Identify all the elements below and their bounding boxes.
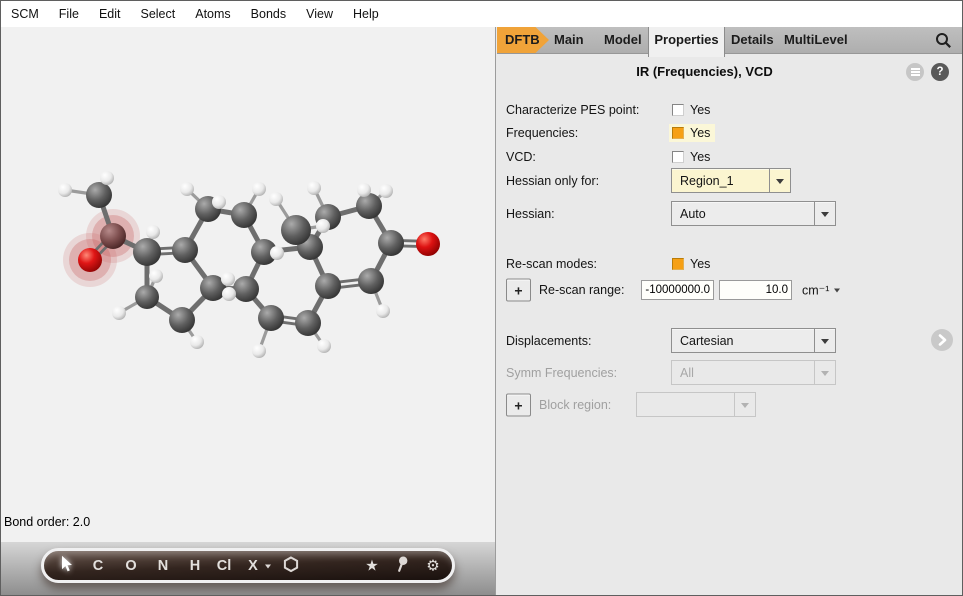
checkbox-label: Yes [690, 126, 710, 140]
checkbox-box[interactable] [672, 258, 684, 270]
tab-multilevel[interactable]: MultiLevel [784, 27, 848, 53]
tab-bar: DFTB Main Model Properties Details Multi… [497, 27, 962, 54]
menu-bonds[interactable]: Bonds [251, 7, 286, 21]
next-panel-button[interactable] [931, 329, 953, 351]
element-toolbar: C O N H Cl X ★ ⚙ [41, 548, 455, 583]
element-x-caret-icon[interactable] [265, 565, 271, 572]
element-x-button[interactable]: X [248, 558, 258, 573]
dropdown-value: Auto [672, 207, 814, 221]
field-label: Displacements: [506, 334, 591, 348]
pointer-tool-icon[interactable] [60, 555, 74, 576]
hessian-only-for-dropdown[interactable]: Region_1 [671, 168, 791, 193]
menu-scm[interactable]: SCM [11, 7, 39, 21]
dropdown-value: Region_1 [672, 174, 769, 188]
vcd-checkbox[interactable]: Yes [669, 148, 715, 166]
element-cl-button[interactable]: Cl [217, 558, 232, 573]
tab-dftb[interactable]: DFTB [497, 27, 549, 53]
page-title: IR (Frequencies), VCD [497, 64, 912, 79]
field-symm-frequencies: Symm Frequencies: All [497, 360, 962, 385]
field-label: Frequencies: [506, 126, 578, 140]
field-rescan-modes: Re-scan modes: Yes [497, 255, 962, 273]
panel-content: IR (Frequencies), VCD ? Characterize PES… [497, 53, 962, 595]
element-h-button[interactable]: H [190, 558, 200, 573]
block-region-dropdown [636, 392, 756, 417]
gear-tool-icon[interactable]: ⚙ [426, 558, 439, 573]
unit-label: cm⁻¹ [802, 283, 829, 298]
menu-view[interactable]: View [306, 7, 333, 21]
menu-edit[interactable]: Edit [99, 7, 121, 21]
panel-menu-icon[interactable] [906, 63, 924, 81]
unit-caret-icon [834, 289, 840, 296]
status-bond-order: Bond order: 2.0 [4, 515, 90, 529]
star-tool-icon[interactable]: ★ [365, 558, 378, 573]
checkbox-label: Yes [690, 257, 710, 271]
tab-properties[interactable]: Properties [648, 27, 725, 57]
chevron-down-icon[interactable] [814, 329, 835, 352]
displacements-dropdown[interactable]: Cartesian [671, 328, 836, 353]
rescan-range-min-input[interactable] [641, 280, 714, 300]
field-frequencies: Frequencies: Yes [497, 124, 962, 142]
dropdown-value: All [672, 366, 814, 380]
field-characterize-pes-point: Characterize PES point: Yes [497, 101, 962, 119]
field-displacements: Displacements: Cartesian [497, 328, 962, 353]
element-n-button[interactable]: N [158, 558, 168, 573]
menu-atoms[interactable]: Atoms [195, 7, 230, 21]
checkbox-box[interactable] [672, 151, 684, 163]
field-hessian-only-for: Hessian only for: Region_1 [497, 168, 962, 193]
field-label: Block region: [539, 398, 611, 412]
tab-model[interactable]: Model [604, 27, 642, 53]
element-c-button[interactable]: C [93, 558, 103, 573]
settings-panel: DFTB Main Model Properties Details Multi… [497, 27, 962, 595]
checkbox-box[interactable] [672, 127, 684, 139]
search-icon[interactable] [935, 32, 952, 49]
frequencies-checkbox[interactable]: Yes [669, 124, 715, 142]
rescan-modes-checkbox[interactable]: Yes [669, 255, 715, 273]
field-label: Hessian only for: [506, 174, 599, 188]
tab-main[interactable]: Main [554, 27, 584, 53]
checkbox-label: Yes [690, 103, 710, 117]
field-label: Re-scan range: [539, 283, 624, 297]
menu-help[interactable]: Help [353, 7, 379, 21]
app-window: SCM File Edit Select Atoms Bonds View He… [0, 0, 963, 596]
add-block-region-button[interactable]: + [506, 394, 531, 417]
menu-bar: SCM File Edit Select Atoms Bonds View He… [1, 1, 962, 27]
menu-file[interactable]: File [59, 7, 79, 21]
rescan-range-max-input[interactable] [719, 280, 792, 300]
tab-details[interactable]: Details [731, 27, 774, 53]
molecule-viewer: Bond order: 2.0 C O N H Cl X [1, 27, 496, 595]
molecule-viewport[interactable] [1, 27, 495, 544]
dropdown-value: Cartesian [672, 334, 814, 348]
field-vcd: VCD: Yes [497, 148, 962, 166]
field-hessian: Hessian: Auto [497, 201, 962, 226]
chevron-down-icon [814, 361, 835, 384]
checkbox-label: Yes [690, 150, 710, 164]
symm-frequencies-dropdown: All [671, 360, 836, 385]
field-rescan-range: + Re-scan range: cm⁻¹ [497, 278, 962, 302]
field-label: Re-scan modes: [506, 257, 597, 271]
characterize-pes-checkbox[interactable]: Yes [669, 101, 715, 119]
chevron-down-icon [734, 393, 755, 416]
checkbox-box[interactable] [672, 104, 684, 116]
toolbar-dock: C O N H Cl X ★ ⚙ [1, 542, 495, 595]
help-icon[interactable]: ? [931, 63, 949, 81]
field-label: Hessian: [506, 207, 555, 221]
add-rescan-range-button[interactable]: + [506, 279, 531, 302]
pin-tool-icon[interactable] [395, 555, 409, 576]
field-label: Symm Frequencies: [506, 366, 617, 380]
field-block-region: + Block region: [497, 392, 962, 418]
hessian-dropdown[interactable]: Auto [671, 201, 836, 226]
menu-select[interactable]: Select [140, 7, 175, 21]
ring-tool-icon[interactable] [283, 556, 299, 576]
unit-selector[interactable]: cm⁻¹ [802, 283, 840, 298]
chevron-down-icon[interactable] [769, 169, 790, 192]
chevron-down-icon[interactable] [814, 202, 835, 225]
field-label: Characterize PES point: [506, 103, 639, 117]
field-label: VCD: [506, 150, 536, 164]
element-o-button[interactable]: O [125, 558, 136, 573]
